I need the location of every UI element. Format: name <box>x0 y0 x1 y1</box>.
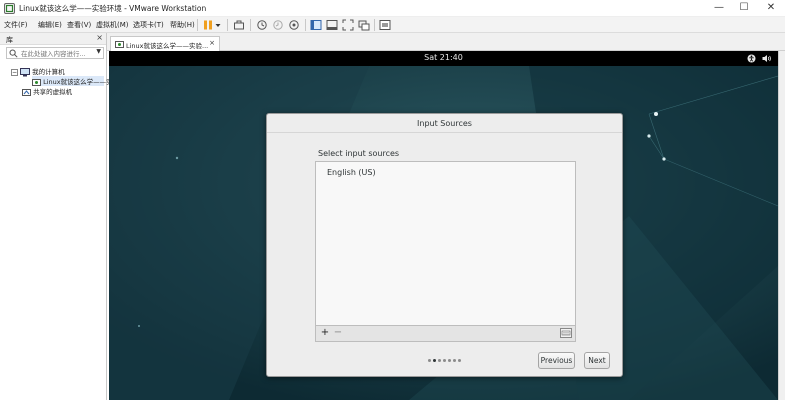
menu-file[interactable]: 文件(F) <box>4 20 28 30</box>
remove-input-source-button[interactable]: − <box>332 327 344 339</box>
toolbar-separator <box>305 19 306 31</box>
library-title: 库 <box>6 36 13 44</box>
menu-tabs[interactable]: 选项卡(T) <box>133 20 164 30</box>
page-dot <box>428 359 431 362</box>
tab-vm-label: Linux就该这么学——实验... <box>126 42 209 50</box>
library-panel: 库 × ▼ − 我的计算机 Linux就该这么学——实 共享的虚拟机 <box>0 33 113 400</box>
next-button[interactable]: Next <box>584 352 610 369</box>
select-input-sources-label: Select input sources <box>318 149 400 158</box>
vm-console[interactable]: Sat 21:40 Input Sources Select input sou… <box>109 51 778 400</box>
page-dot <box>433 359 436 362</box>
tree-item-shared-vms[interactable]: 共享的虚拟机 <box>22 86 72 96</box>
page-dot <box>458 359 461 362</box>
tab-vm[interactable]: Linux就该这么学——实验... × <box>110 36 220 51</box>
dropdown-icon[interactable] <box>214 19 222 31</box>
window-title: Linux就该这么学——实验环境 - VMware Workstation <box>19 4 207 13</box>
input-source-english-us[interactable]: English (US) <box>327 168 376 177</box>
input-sources-toolbar: + − <box>315 326 576 342</box>
thumbnail-view-icon[interactable] <box>326 19 338 31</box>
gnome-top-bar: Sat 21:40 <box>109 51 778 66</box>
menu-edit[interactable]: 编辑(E) <box>38 20 62 30</box>
tree-item-my-computer[interactable]: − 我的计算机 <box>11 66 65 76</box>
vmware-app-icon <box>4 3 15 14</box>
pause-icon[interactable] <box>202 19 214 31</box>
page-dot <box>453 359 456 362</box>
snapshot-manager-icon[interactable] <box>288 19 300 31</box>
page-dot <box>448 359 451 362</box>
menu-help[interactable]: 帮助(H) <box>170 20 195 30</box>
previous-button[interactable]: Previous <box>538 352 575 369</box>
search-dropdown-icon[interactable]: ▼ <box>96 48 101 55</box>
maximize-button[interactable]: ☐ <box>730 0 758 17</box>
input-sources-dialog: Input Sources Select input sources Engli… <box>266 113 623 377</box>
library-header: 库 × <box>0 33 106 45</box>
console-view-icon[interactable] <box>379 19 391 31</box>
page-dot <box>443 359 446 362</box>
dialog-title: Input Sources <box>417 119 472 128</box>
vm-tab-strip: Linux就该这么学——实验... × <box>107 33 785 51</box>
fullscreen-icon[interactable] <box>342 19 354 31</box>
volume-icon[interactable] <box>762 54 772 63</box>
tab-close-button[interactable]: × <box>209 39 215 47</box>
tree-label-vm: Linux就该这么学——实 <box>43 78 113 86</box>
vm-icon <box>115 41 124 48</box>
keyboard-layout-preview-button[interactable] <box>560 328 572 338</box>
page-dot <box>438 359 441 362</box>
menu-view[interactable]: 查看(V) <box>67 20 91 30</box>
send-ctrl-alt-del-icon[interactable] <box>233 19 245 31</box>
tree-item-vm[interactable]: Linux就该这么学——实 <box>32 76 113 86</box>
shared-vm-icon <box>22 88 31 96</box>
snapshot-icon[interactable] <box>256 19 268 31</box>
library-view-icon[interactable] <box>310 19 322 31</box>
clock[interactable]: Sat 21:40 <box>109 53 778 62</box>
library-close-button[interactable]: × <box>96 33 103 42</box>
toolbar-separator <box>374 19 375 31</box>
tree-label-shared-vms: 共享的虚拟机 <box>33 88 73 96</box>
minimize-button[interactable]: — <box>705 0 733 17</box>
collapse-icon[interactable]: − <box>11 68 18 76</box>
library-search-input[interactable] <box>21 49 95 58</box>
tree-label-my-computer: 我的计算机 <box>32 68 65 76</box>
input-sources-list[interactable]: English (US) <box>315 161 576 326</box>
keyboard-icon <box>561 330 571 336</box>
toolbar-separator <box>250 19 251 31</box>
close-button[interactable]: ✕ <box>757 0 785 17</box>
library-search-box[interactable]: ▼ <box>6 47 104 59</box>
accessibility-icon[interactable] <box>747 54 756 63</box>
computer-icon <box>20 67 31 76</box>
revert-snapshot-icon[interactable] <box>272 19 284 31</box>
unity-icon[interactable] <box>358 19 370 31</box>
toolbar-separator <box>227 19 228 31</box>
add-input-source-button[interactable]: + <box>319 327 331 339</box>
menu-vm[interactable]: 虚拟机(M) <box>96 20 129 30</box>
toolbar-separator <box>197 19 198 31</box>
menu-toolbar: 文件(F) 编辑(E) 查看(V) 虚拟机(M) 选项卡(T) 帮助(H) <box>0 17 785 33</box>
vm-scroll-edge <box>778 51 785 400</box>
window-titlebar: Linux就该这么学——实验环境 - VMware Workstation — … <box>0 0 785 17</box>
search-icon <box>9 49 18 58</box>
